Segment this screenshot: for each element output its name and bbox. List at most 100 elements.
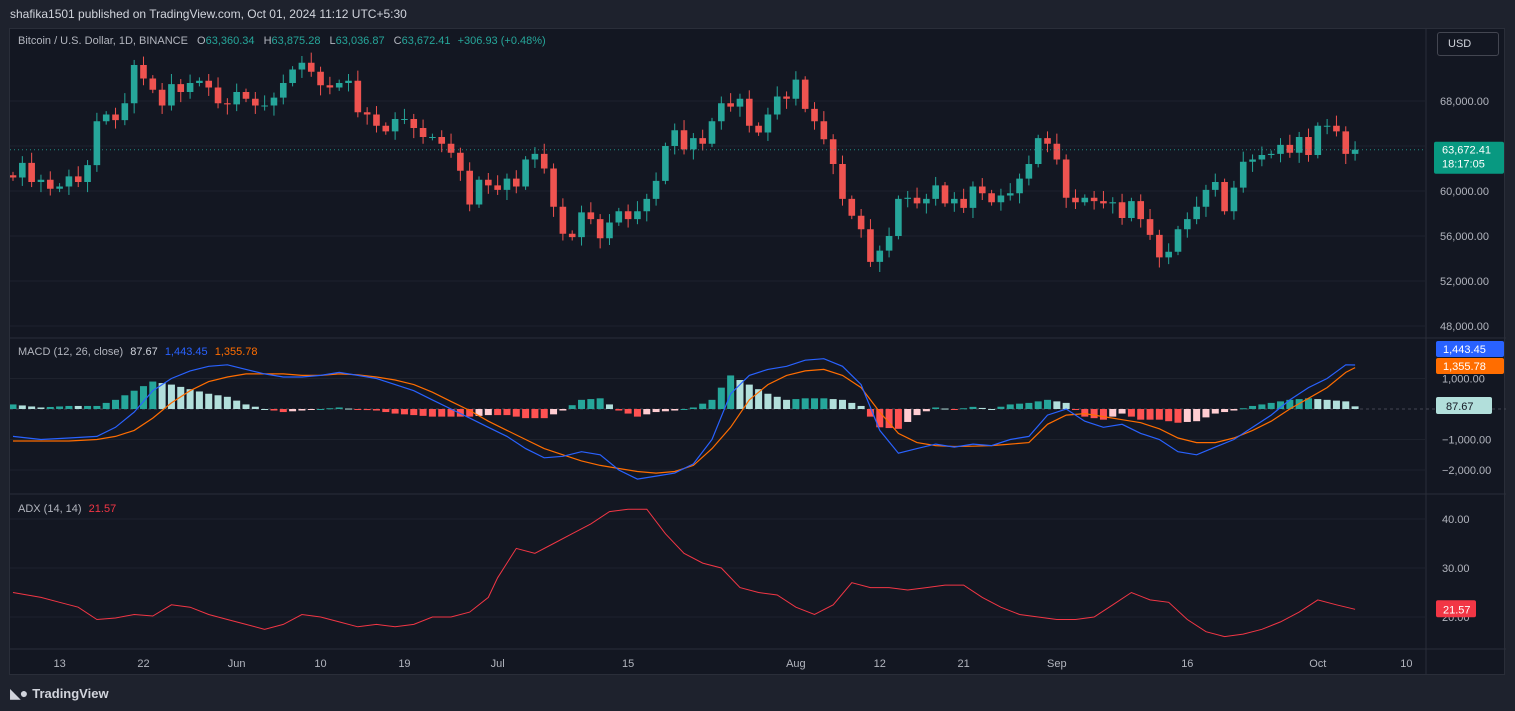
macd-line-value: 1,443.45 — [164, 346, 208, 358]
candle-body — [615, 211, 623, 223]
candle-body — [56, 186, 63, 189]
candle-body — [1174, 229, 1182, 252]
macd-histogram-bar — [1137, 409, 1145, 420]
candle-body — [466, 170, 473, 205]
candle-body — [1053, 143, 1061, 160]
candle-body — [410, 119, 418, 128]
macd-histogram-bar — [605, 404, 613, 409]
macd-value-badge-label: 1,443.45 — [1443, 344, 1486, 356]
countdown-label: 18:17:05 — [1442, 159, 1485, 171]
footer-brand[interactable]: ◣● TradingView — [10, 684, 109, 702]
candle-body — [1118, 202, 1126, 218]
candle-body — [1100, 201, 1107, 204]
macd-histogram-bar — [74, 405, 82, 409]
macd-histogram-bar — [652, 409, 660, 413]
macd-histogram-bar — [578, 399, 586, 409]
candle-body — [988, 193, 995, 203]
macd-histogram-bar — [223, 396, 231, 409]
time-tick-label: 13 — [53, 658, 65, 670]
macd-label[interactable]: MACD (12, 26, close) — [18, 346, 123, 358]
candle-body — [550, 168, 557, 207]
adx-legend: ADX (14, 14) 21.57 — [18, 503, 116, 515]
candle-body — [373, 114, 380, 126]
macd-histogram-bar — [37, 407, 45, 409]
price-tick-label: 60,000.00 — [1440, 186, 1489, 198]
macd-histogram-bar — [783, 399, 791, 409]
macd-histogram-bar — [559, 409, 567, 411]
macd-histogram-bar — [1118, 409, 1126, 414]
currency-button[interactable]: USD — [1437, 32, 1499, 56]
macd-histogram-bar — [112, 399, 120, 409]
macd-histogram-bar — [1211, 409, 1219, 414]
macd-histogram-bar — [904, 409, 912, 422]
candle-body — [74, 176, 82, 182]
macd-histogram-bar — [298, 409, 306, 411]
candle-body — [811, 108, 818, 122]
candle-body — [643, 198, 651, 212]
macd-histogram-bar — [372, 409, 380, 411]
macd-histogram-bar — [270, 409, 278, 411]
candle-body — [438, 137, 446, 144]
adx-label[interactable]: ADX (14, 14) — [18, 503, 82, 515]
candle-body — [326, 85, 334, 88]
candle-body — [382, 125, 390, 132]
candle-body — [895, 198, 902, 236]
macd-tick-label: 1,000.00 — [1442, 374, 1485, 386]
candle-body — [932, 185, 939, 199]
symbol-name[interactable]: Bitcoin / U.S. Dollar, 1D, BINANCE — [18, 35, 188, 47]
macd-histogram-bar — [93, 405, 101, 409]
macd-histogram-bar — [1062, 402, 1070, 409]
candle-body — [662, 146, 669, 181]
macd-histogram-bar — [978, 407, 986, 409]
macd-histogram-bar — [969, 406, 977, 409]
candle-body — [1025, 164, 1033, 179]
candle-body — [801, 79, 809, 109]
candle-body — [876, 250, 884, 262]
macd-histogram-bar — [680, 409, 688, 410]
macd-histogram-bar — [838, 399, 846, 409]
macd-histogram-bar — [400, 409, 408, 415]
candle-body — [391, 119, 399, 132]
candle-body — [1062, 159, 1070, 198]
macd-histogram-bar — [1332, 400, 1340, 409]
candle-body — [960, 198, 967, 208]
macd-histogram-bar — [913, 409, 921, 416]
macd-histogram-bar — [158, 383, 166, 409]
candle-body — [1006, 193, 1014, 196]
candle-body — [755, 125, 762, 133]
price-tick-label: 68,000.00 — [1440, 96, 1489, 108]
macd-histogram-bar — [773, 396, 781, 409]
candle-body — [1156, 234, 1163, 258]
macd-histogram-bar — [149, 381, 157, 409]
candle-body — [503, 178, 511, 190]
candle-body — [1137, 201, 1145, 220]
candle-body — [1239, 161, 1247, 188]
candle-body — [168, 84, 175, 106]
open-label: O — [197, 35, 206, 47]
candle-body — [1351, 149, 1359, 154]
macd-histogram-bar — [391, 409, 399, 414]
candle-body — [1202, 189, 1210, 207]
candle-body — [447, 143, 455, 153]
macd-histogram-bar — [419, 409, 427, 416]
candle-body — [224, 103, 231, 105]
macd-histogram-bar — [279, 409, 287, 413]
macd-histogram-bar — [130, 390, 138, 409]
candle-body — [624, 211, 632, 220]
candle-body — [1034, 138, 1042, 164]
candle-body — [28, 162, 35, 182]
macd-histogram-bar — [764, 393, 772, 409]
macd-signal-line — [13, 367, 1356, 474]
macd-histogram-bar — [960, 408, 968, 410]
macd-histogram-bar — [708, 399, 716, 409]
macd-histogram-bar — [56, 406, 64, 409]
macd-histogram-bar — [801, 398, 809, 409]
macd-histogram-bar — [251, 406, 259, 409]
candle-body — [522, 159, 529, 187]
candle-body — [84, 165, 91, 182]
macd-histogram-bar — [18, 405, 26, 409]
candle-body — [1286, 144, 1294, 153]
candle-body — [252, 98, 259, 106]
macd-histogram-bar — [829, 399, 837, 409]
candle-body — [745, 98, 753, 126]
